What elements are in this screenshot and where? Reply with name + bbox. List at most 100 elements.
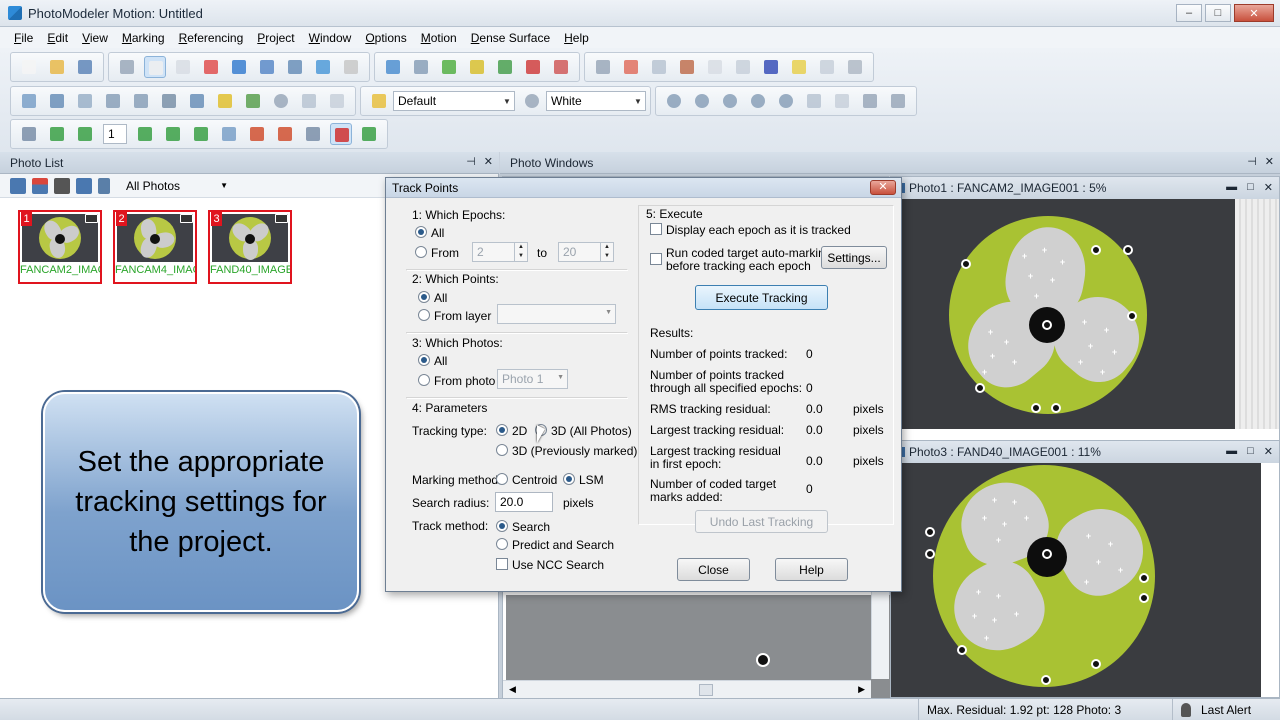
menu-marking[interactable]: Marking	[122, 31, 165, 45]
photos-from-photo-radio[interactable]	[418, 374, 430, 386]
draw-line-icon[interactable]	[256, 56, 278, 78]
tracking-3d-prev-radio[interactable]	[496, 444, 508, 456]
menu-project[interactable]: Project	[257, 31, 294, 45]
photo-list-camera-icon[interactable]	[76, 177, 92, 194]
grid-icon[interactable]	[648, 56, 670, 78]
close-button[interactable]: Close	[677, 558, 750, 581]
lsm-radio[interactable]	[563, 473, 575, 485]
auto-reference-icon[interactable]	[438, 56, 460, 78]
style-combo[interactable]: Default ▼	[393, 91, 515, 111]
epoch-copy-icon[interactable]	[218, 123, 240, 145]
display-each-checkbox[interactable]	[650, 223, 662, 235]
menu-help[interactable]: Help	[564, 31, 589, 45]
delete-icon[interactable]	[200, 56, 222, 78]
open-icon[interactable]	[46, 56, 68, 78]
close-icon[interactable]: ✕	[1264, 181, 1273, 194]
palette-icon[interactable]	[521, 90, 543, 112]
photo-table-icon[interactable]	[74, 90, 96, 112]
measure-icon[interactable]	[382, 56, 404, 78]
centroid-radio[interactable]	[496, 473, 508, 485]
minimize-button[interactable]: –	[1176, 4, 1202, 22]
settings-button[interactable]: Settings...	[821, 246, 887, 269]
photo-list-flag-icon[interactable]	[32, 177, 48, 194]
view-3d-icon[interactable]	[844, 56, 866, 78]
search-radio[interactable]	[496, 520, 508, 532]
execute-tracking-button[interactable]: Execute Tracking	[695, 285, 828, 310]
photo-select[interactable]: Photo 1 ▼	[497, 369, 568, 389]
photo-thumbnail-3[interactable]: 3 FAND40_IMAGE001	[208, 210, 292, 284]
go-epoch-icon[interactable]	[134, 123, 156, 145]
scroll-left-icon[interactable]: ◀	[509, 684, 516, 695]
zoom-out-icon[interactable]	[691, 90, 713, 112]
grid-red-icon[interactable]	[620, 56, 642, 78]
zoom-window-icon[interactable]	[719, 90, 741, 112]
reference-icon[interactable]	[410, 56, 432, 78]
mark-points-icon[interactable]	[228, 56, 250, 78]
photo-view-icon[interactable]	[18, 90, 40, 112]
search-window-icon[interactable]	[887, 90, 909, 112]
previous-epoch-icon[interactable]	[74, 123, 96, 145]
process-icon[interactable]	[494, 56, 516, 78]
zoom-icon[interactable]	[270, 90, 292, 112]
menu-edit[interactable]: Edit	[47, 31, 68, 45]
minimize-icon[interactable]: ▬	[1226, 445, 1237, 458]
mesh-icon[interactable]	[760, 56, 782, 78]
epoch-window-icon[interactable]	[302, 123, 324, 145]
points-from-layer-radio[interactable]	[418, 309, 430, 321]
points-all-radio[interactable]	[418, 291, 430, 303]
spinner-arrows-icon[interactable]: ▲ ▼	[600, 243, 613, 261]
zoom-fit-icon[interactable]	[747, 90, 769, 112]
cross-window-icon[interactable]	[831, 90, 853, 112]
select-add-icon[interactable]	[172, 56, 194, 78]
epoch-field[interactable]: 1	[103, 124, 127, 144]
undo-tracking-button[interactable]: Undo Last Tracking	[695, 510, 828, 533]
epochs-from-radio[interactable]	[415, 246, 427, 258]
menu-view[interactable]: View	[82, 31, 108, 45]
close-icon[interactable]: ✕	[484, 155, 493, 168]
new-icon[interactable]	[18, 56, 40, 78]
dots-icon[interactable]	[704, 56, 726, 78]
zoom-photo-icon[interactable]	[46, 90, 68, 112]
menu-window[interactable]: Window	[309, 31, 352, 45]
predict-search-radio[interactable]	[496, 538, 508, 550]
table-view-icon[interactable]	[186, 90, 208, 112]
color-combo[interactable]: White ▼	[546, 91, 646, 111]
style-icon[interactable]	[368, 90, 390, 112]
grid-view-icon[interactable]	[326, 90, 348, 112]
first-epoch-icon[interactable]	[46, 123, 68, 145]
select-icon[interactable]	[144, 56, 166, 78]
pin-icon[interactable]: ⊣	[466, 155, 476, 168]
close-icon[interactable]: ✕	[1264, 445, 1273, 458]
layer-select[interactable]: ▼	[497, 304, 616, 324]
hand-icon[interactable]	[803, 90, 825, 112]
edge-icon[interactable]	[312, 56, 334, 78]
pan-icon[interactable]	[298, 90, 320, 112]
menu-options[interactable]: Options	[365, 31, 406, 45]
view-3d-epoch-icon[interactable]	[274, 123, 296, 145]
eraser-icon[interactable]	[340, 56, 362, 78]
maximize-icon[interactable]: □	[1247, 445, 1254, 458]
menu-dense-surface[interactable]: Dense Surface	[471, 31, 550, 45]
photo-list-film-icon[interactable]	[54, 177, 70, 194]
cross-window-2-icon[interactable]	[859, 90, 881, 112]
tools-icon[interactable]	[522, 56, 544, 78]
photo1-canvas[interactable]: + + + + + + + + + + + + + + + + +	[891, 199, 1235, 429]
epoch-table-icon[interactable]	[18, 123, 40, 145]
use-ncc-checkbox[interactable]	[496, 558, 508, 570]
minimize-icon[interactable]: ▬	[1226, 181, 1237, 194]
epoch-to-spinner[interactable]: 20 ▲ ▼	[558, 242, 614, 262]
zoom-all-icon[interactable]	[775, 90, 797, 112]
maximize-button[interactable]: □	[1205, 4, 1231, 22]
layers-icon[interactable]	[816, 56, 838, 78]
menu-file[interactable]: File	[14, 31, 33, 45]
tracking-2d-radio[interactable]	[496, 424, 508, 436]
auto-track-icon[interactable]	[358, 123, 380, 145]
scrollbar-thumb[interactable]	[699, 684, 713, 696]
photo-thumbnail-1[interactable]: 1 FANCAM2_IMAGE001	[18, 210, 102, 284]
close-window-button[interactable]: ✕	[1234, 4, 1274, 22]
ruler-icon[interactable]	[466, 56, 488, 78]
search-radius-input[interactable]: 20.0	[495, 492, 553, 512]
dialog-close-button[interactable]: ✕	[870, 180, 896, 195]
menu-motion[interactable]: Motion	[421, 31, 457, 45]
view-2d-icon[interactable]	[246, 123, 268, 145]
